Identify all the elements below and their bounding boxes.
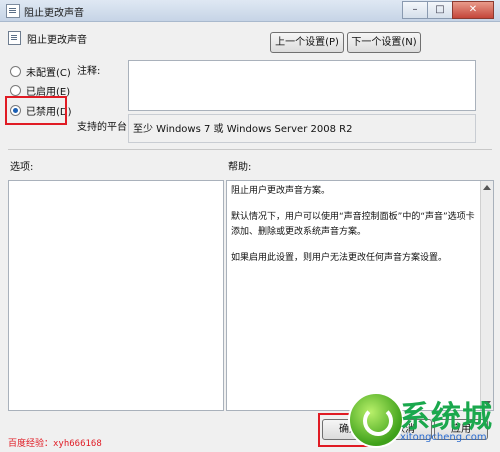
previous-setting-button[interactable]: 上一个设置(P) (270, 32, 344, 53)
setting-title: 阻止更改声音 (27, 35, 87, 46)
help-paragraph: 默认情况下，用户可以使用“声音控制面板”中的“声音”选项卡添加、删除或更改系统声… (231, 212, 475, 237)
close-button[interactable]: ✕ (452, 1, 494, 19)
platform-value: 至少 Windows 7 或 Windows Server 2008 R2 (133, 124, 353, 135)
section-divider (8, 149, 492, 150)
radio-not-configured[interactable]: 未配置(C) (10, 64, 71, 79)
help-scrollbar[interactable] (480, 181, 493, 410)
minimize-button[interactable]: – (402, 1, 428, 19)
site-logo: 系统城 xitongcheng.com (348, 388, 500, 452)
source-caption: 百度经验：xyh666168 (8, 439, 102, 449)
options-label: 选项: (10, 162, 34, 173)
comment-label: 注释: (77, 66, 101, 77)
radio-label: 未配置(C) (26, 68, 71, 79)
help-label: 帮助: (228, 162, 252, 173)
help-paragraph: 如果启用此设置，则用户无法更改任何声音方案设置。 (231, 253, 448, 263)
window-titlebar[interactable]: 阻止更改声音 – □ ✕ (0, 0, 500, 22)
help-paragraph: 阻止用户更改声音方案。 (231, 186, 331, 196)
platform-label: 支持的平台: (77, 122, 131, 133)
comment-field[interactable] (128, 60, 476, 111)
options-pane (8, 180, 224, 411)
scroll-up-arrow-icon[interactable] (483, 185, 491, 190)
logo-url: xitongcheng.com (400, 432, 487, 443)
power-logo-icon (348, 392, 404, 448)
window-title: 阻止更改声音 (24, 8, 84, 19)
logo-text: 系统城 (400, 400, 493, 435)
disabled-highlight-box (5, 96, 67, 125)
platform-field: 至少 Windows 7 或 Windows Server 2008 R2 (128, 114, 476, 143)
setting-icon (8, 31, 21, 45)
maximize-button[interactable]: □ (427, 1, 453, 19)
next-setting-button[interactable]: 下一个设置(N) (347, 32, 421, 53)
policy-icon (6, 4, 20, 18)
radio-button[interactable] (10, 66, 21, 77)
radio-button[interactable] (10, 85, 21, 96)
help-pane: 阻止用户更改声音方案。 默认情况下，用户可以使用“声音控制面板”中的“声音”选项… (226, 180, 494, 411)
window-controls: – □ ✕ (402, 1, 494, 19)
